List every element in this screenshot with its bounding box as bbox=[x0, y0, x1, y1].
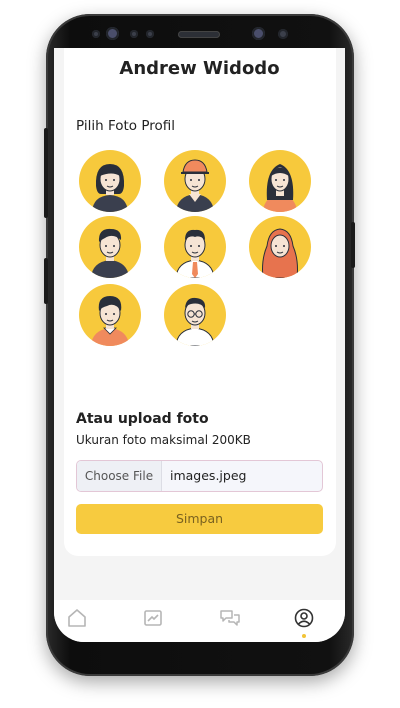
avatar-man-glasses-icon[interactable] bbox=[164, 284, 226, 346]
avatar-man-dark-hair-icon[interactable] bbox=[79, 216, 141, 278]
file-input[interactable]: Choose File images.jpeg bbox=[76, 460, 323, 492]
phone-top-bezel bbox=[80, 22, 320, 48]
phone-side-button bbox=[351, 222, 355, 268]
choose-file-button[interactable]: Choose File bbox=[77, 461, 162, 491]
selected-file-name: images.jpeg bbox=[170, 468, 247, 483]
active-indicator-dot bbox=[302, 634, 306, 638]
sensor-dot bbox=[92, 30, 100, 38]
earpiece-speaker bbox=[178, 31, 220, 38]
sensor-dot bbox=[130, 30, 138, 38]
profile-icon[interactable] bbox=[292, 606, 316, 630]
avatar-man-tie-icon[interactable] bbox=[164, 216, 226, 278]
chart-icon[interactable] bbox=[141, 606, 165, 630]
front-camera bbox=[106, 27, 119, 40]
avatar-man-cap-icon[interactable] bbox=[164, 150, 226, 212]
save-button[interactable]: Simpan bbox=[76, 504, 323, 534]
avatar-section-title: Pilih Foto Profil bbox=[76, 118, 176, 134]
bottom-nav bbox=[54, 600, 345, 642]
avatar-woman-bob-icon[interactable] bbox=[79, 150, 141, 212]
avatar-woman-long-hair-icon[interactable] bbox=[249, 150, 311, 212]
avatar-woman-hijab-icon[interactable] bbox=[249, 216, 311, 278]
phone-side-button bbox=[44, 258, 48, 304]
sensor-dot bbox=[278, 29, 288, 39]
home-icon[interactable] bbox=[65, 606, 89, 630]
app-screen: Andrew Widodo Pilih Foto Profil Atau upl… bbox=[54, 48, 345, 642]
upload-title: Atau upload foto bbox=[76, 411, 209, 427]
upload-size-note: Ukuran foto maksimal 200KB bbox=[76, 433, 251, 447]
sensor-dot bbox=[146, 30, 154, 38]
profile-name: Andrew Widodo bbox=[119, 58, 280, 79]
chat-icon[interactable] bbox=[218, 606, 242, 630]
iris-camera bbox=[252, 27, 265, 40]
avatar-boy-icon[interactable] bbox=[79, 284, 141, 346]
phone-side-button bbox=[44, 128, 48, 218]
